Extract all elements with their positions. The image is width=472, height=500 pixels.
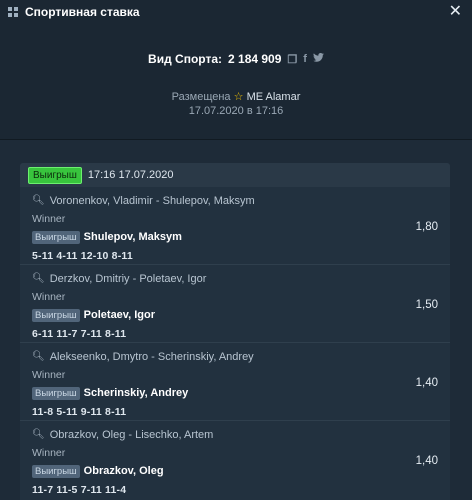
outcome-badge: Выигрыш [32, 308, 80, 322]
bet-id-row: Вид Спорта: 2 184 909 ❐ f [0, 52, 472, 66]
status-badge: Выигрыш [28, 166, 82, 184]
sportsbook-logo-icon [8, 6, 19, 18]
event-odds: 1,80 [415, 221, 438, 233]
outcome-badge: Выигрыш [32, 386, 80, 400]
event-score: 6-11 11-7 7-11 8-11 [32, 328, 127, 340]
event-row: 🔍︎ Obrazkov, Oleg - Lisechko, Artem Winn… [20, 421, 450, 499]
bet-id-label: Вид Спорта: [148, 52, 223, 66]
event-match: Alekseenko, Dmytro - Scherinskiy, Andrey [49, 350, 254, 363]
search-icon: 🔍︎ [32, 273, 45, 284]
bet-card: Выигрыш 17:16 17.07.2020 🔍︎ Voronenkov, … [20, 163, 450, 500]
search-icon: 🔍︎ [32, 429, 45, 440]
bet-card-header: Выигрыш 17:16 17.07.2020 [20, 163, 450, 187]
event-market: Winner [32, 369, 66, 381]
copy-icon[interactable]: ❐ [287, 53, 297, 66]
event-match: Obrazkov, Oleg - Lisechko, Artem [49, 428, 214, 441]
event-row: 🔍︎ Derzkov, Dmitriy - Poletaev, Igor Win… [20, 265, 450, 343]
bet-datetime: 17:16 17.07.2020 [87, 169, 174, 181]
search-icon: 🔍︎ [32, 351, 45, 362]
outcome-badge: Выигрыш [32, 464, 80, 478]
facebook-icon[interactable]: f [303, 53, 307, 65]
close-button[interactable]: ✕ [449, 4, 462, 20]
twitter-icon[interactable] [313, 52, 324, 65]
event-score: 11-7 11-5 7-11 11-4 [32, 484, 127, 496]
event-odds: 1,40 [415, 455, 438, 467]
search-icon: 🔍︎ [32, 195, 45, 206]
event-match: Derzkov, Dmitriy - Poletaev, Igor [49, 272, 207, 285]
event-market: Winner [32, 447, 66, 459]
event-market: Winner [32, 291, 66, 303]
placed-date: 17.07.2020 в 17:16 [188, 105, 284, 117]
bet-header: Спортивная ставка ✕ Вид Спорта: 2 184 90… [0, 0, 472, 140]
event-selection: Shulepov, Maksym [83, 231, 182, 243]
event-selection: Obrazkov, Oleg [83, 465, 164, 477]
window-title-bar: Спортивная ставка [8, 5, 140, 19]
star-icon: ☆ [233, 91, 244, 103]
event-match: Voronenkov, Vladimir - Shulepov, Maksym [49, 194, 255, 207]
placed-by-row: Размещена ☆ ME Alamar [0, 90, 472, 103]
placed-label: Размещена [171, 91, 231, 103]
event-market: Winner [32, 213, 66, 225]
bet-id-value: 2 184 909 [228, 52, 282, 66]
event-score: 5-11 4-11 12-10 8-11 [32, 250, 133, 262]
event-row: 🔍︎ Voronenkov, Vladimir - Shulepov, Maks… [20, 187, 450, 265]
event-odds: 1,40 [415, 377, 438, 389]
outcome-badge: Выигрыш [32, 230, 80, 244]
window-title: Спортивная ставка [25, 5, 140, 19]
event-row: 🔍︎ Alekseenko, Dmytro - Scherinskiy, And… [20, 343, 450, 421]
event-selection: Poletaev, Igor [83, 309, 155, 321]
event-selection: Scherinskiy, Andrey [83, 387, 189, 399]
bet-content: Выигрыш 17:16 17.07.2020 🔍︎ Voronenkov, … [0, 140, 472, 500]
user-name[interactable]: ME Alamar [247, 91, 301, 103]
event-odds: 1,50 [415, 299, 438, 311]
event-score: 11-8 5-11 9-11 8-11 [32, 406, 127, 418]
